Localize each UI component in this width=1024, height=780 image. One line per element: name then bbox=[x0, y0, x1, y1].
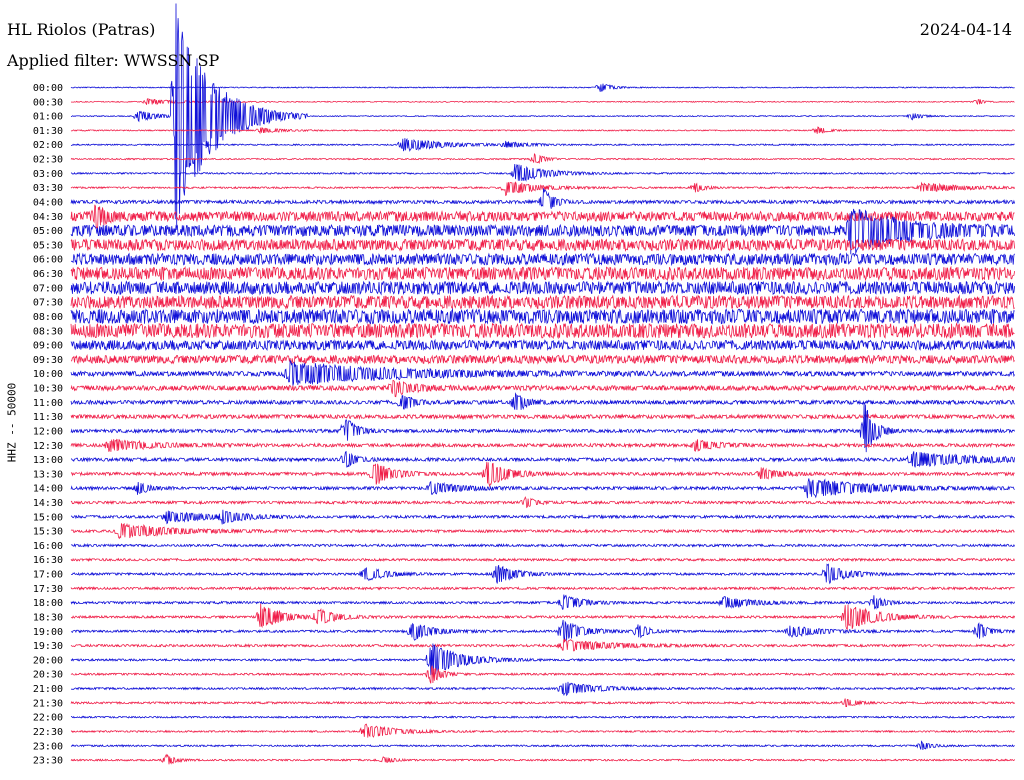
row-time-label: 09:30 bbox=[33, 355, 63, 366]
row-time-label: 01:00 bbox=[33, 112, 63, 123]
row-time-label: 07:00 bbox=[33, 283, 63, 294]
row-time-label: 11:30 bbox=[33, 412, 63, 423]
row-time-label: 22:00 bbox=[33, 713, 63, 724]
trace-line bbox=[70, 478, 1015, 499]
row-time-label: 22:30 bbox=[33, 727, 63, 738]
trace-line bbox=[70, 665, 1015, 684]
trace-line bbox=[70, 509, 1015, 525]
trace-line bbox=[70, 585, 1015, 591]
row-time-label: 21:30 bbox=[33, 698, 63, 709]
trace-line bbox=[70, 294, 1015, 311]
row-time-label: 11:00 bbox=[33, 398, 63, 409]
trace-line bbox=[70, 413, 1015, 421]
row-time-label: 23:30 bbox=[33, 756, 63, 767]
row-time-label: 16:00 bbox=[33, 541, 63, 552]
trace-line bbox=[70, 380, 1015, 398]
trace-line bbox=[70, 619, 1015, 643]
row-time-label: 13:00 bbox=[33, 455, 63, 466]
trace-line bbox=[70, 603, 1015, 631]
trace-line bbox=[70, 450, 1015, 468]
trace-line bbox=[70, 126, 1015, 135]
trace-line bbox=[70, 594, 1015, 610]
trace-line bbox=[70, 392, 1015, 411]
trace-line bbox=[70, 557, 1015, 563]
row-time-label: 20:00 bbox=[33, 655, 63, 666]
row-time-label: 15:30 bbox=[33, 527, 63, 538]
row-time-label: 04:00 bbox=[33, 197, 63, 208]
station-name: HL Riolos (Patras) bbox=[7, 20, 156, 39]
trace-line bbox=[70, 681, 1015, 697]
row-time-label: 16:30 bbox=[33, 555, 63, 566]
trace-line bbox=[70, 137, 1015, 152]
row-time-label: 02:30 bbox=[33, 155, 63, 166]
row-time-label: 00:00 bbox=[33, 83, 63, 94]
row-time-label: 05:00 bbox=[33, 226, 63, 237]
trace-line bbox=[70, 496, 1015, 509]
trace-line bbox=[71, 353, 1015, 365]
trace-line bbox=[70, 237, 1015, 252]
trace-line bbox=[70, 522, 1015, 540]
row-time-label: 10:00 bbox=[33, 369, 63, 380]
row-time-label: 08:30 bbox=[33, 326, 63, 337]
row-time-label: 09:00 bbox=[33, 341, 63, 352]
trace-line bbox=[70, 359, 1015, 386]
trace-line bbox=[70, 543, 1015, 548]
row-time-label: 17:00 bbox=[33, 570, 63, 581]
trace-line bbox=[70, 740, 1015, 751]
trace-line bbox=[70, 181, 1015, 197]
trace-line bbox=[70, 307, 1015, 325]
trace-line bbox=[70, 252, 1015, 267]
seismogram-plot: 00:00 00:30 01:00 01:30 02:00 02:30 03:00 03:30… bbox=[33, 3, 1015, 767]
trace-line bbox=[70, 698, 1015, 707]
filter-label: Applied filter: WWSSN SP bbox=[7, 51, 220, 70]
date-label: 2024-04-14 bbox=[919, 20, 1012, 39]
row-time-label: 04:30 bbox=[33, 212, 63, 223]
channel-label: HHZ -- 50000 bbox=[5, 382, 19, 463]
trace-line bbox=[70, 153, 1015, 164]
row-time-label: 00:30 bbox=[33, 97, 63, 108]
row-time-label: 05:30 bbox=[33, 240, 63, 251]
row-time-label: 19:30 bbox=[33, 641, 63, 652]
row-time-label: 03:00 bbox=[33, 169, 63, 180]
row-time-label: 12:00 bbox=[33, 426, 63, 437]
row-time-label: 06:30 bbox=[33, 269, 63, 280]
row-time-label: 12:30 bbox=[33, 441, 63, 452]
trace-line bbox=[70, 322, 1015, 340]
trace-line bbox=[70, 280, 1015, 296]
row-time-label: 13:30 bbox=[33, 469, 63, 480]
row-time-label: 15:00 bbox=[33, 512, 63, 523]
row-time-label: 14:00 bbox=[33, 484, 63, 495]
trace-line bbox=[71, 563, 1015, 585]
trace-line bbox=[70, 163, 1015, 182]
row-time-label: 06:00 bbox=[33, 255, 63, 266]
trace-line bbox=[70, 753, 1015, 765]
trace-line bbox=[70, 643, 1015, 676]
row-time-label: 14:30 bbox=[33, 498, 63, 509]
row-time-label: 20:30 bbox=[33, 670, 63, 681]
trace-line bbox=[70, 438, 1015, 452]
trace-line bbox=[70, 723, 1015, 738]
row-time-label: 17:30 bbox=[33, 584, 63, 595]
row-time-label: 08:00 bbox=[33, 312, 63, 323]
trace-line bbox=[70, 638, 1015, 652]
trace-line bbox=[70, 265, 1015, 282]
row-time-label: 18:30 bbox=[33, 612, 63, 623]
row-time-label: 21:00 bbox=[33, 684, 63, 695]
row-time-label: 10:30 bbox=[33, 384, 63, 395]
row-time-label: 07:30 bbox=[33, 298, 63, 309]
trace-line bbox=[70, 338, 1015, 352]
row-time-label: 23:00 bbox=[33, 741, 63, 752]
row-time-label: 01:30 bbox=[33, 126, 63, 137]
trace-line bbox=[70, 715, 1015, 719]
row-time-label: 19:00 bbox=[33, 627, 63, 638]
row-time-label: 18:00 bbox=[33, 598, 63, 609]
row-time-label: 02:00 bbox=[33, 140, 63, 151]
trace-line bbox=[70, 188, 1015, 209]
row-time-label: 03:30 bbox=[33, 183, 63, 194]
trace-line bbox=[70, 461, 1015, 488]
